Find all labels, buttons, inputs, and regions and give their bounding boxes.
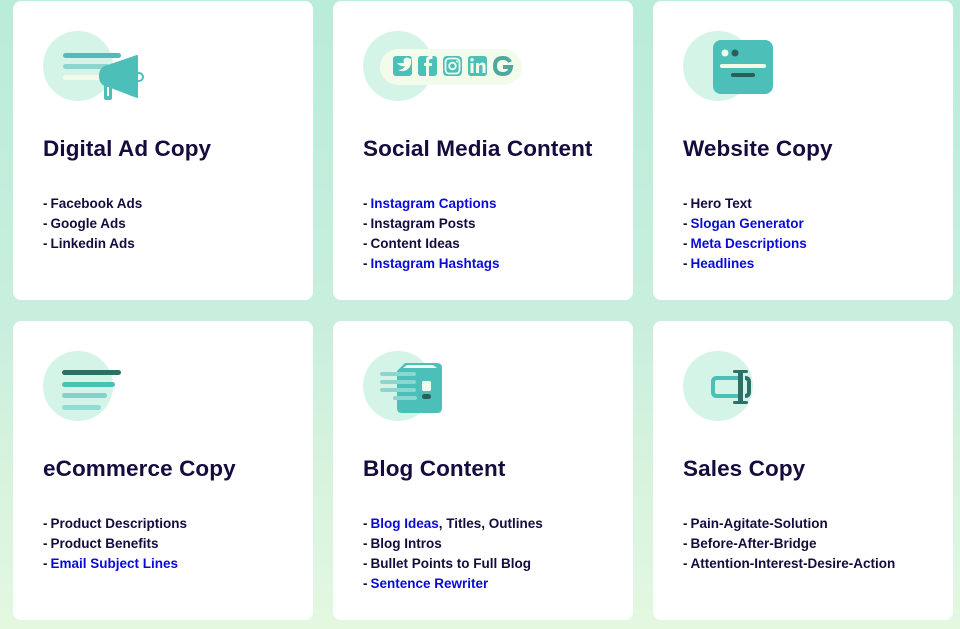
feature-text: Linkedin Ads bbox=[50, 236, 135, 251]
feature-link[interactable]: Instagram Hashtags bbox=[371, 256, 500, 271]
list-dash: - bbox=[43, 236, 48, 251]
list-item: - Product Descriptions bbox=[43, 514, 187, 534]
list-dash: - bbox=[683, 556, 688, 571]
linkedin-icon bbox=[468, 56, 487, 76]
social-media-icons bbox=[363, 31, 522, 103]
card-sales-copy: Sales Copy - Pain-Agitate-Solution - Before… bbox=[653, 321, 953, 620]
list-item: - Sentence Rewriter bbox=[363, 574, 543, 594]
megaphone-icon bbox=[43, 31, 193, 103]
feature-link[interactable]: Meta Descriptions bbox=[691, 236, 807, 251]
feature-text: Hero Text bbox=[690, 196, 752, 211]
list-dash: - bbox=[683, 516, 688, 531]
list-dash: - bbox=[363, 556, 368, 571]
feature-text: Google Ads bbox=[50, 216, 126, 231]
list-dash: - bbox=[363, 216, 368, 231]
list-item: - Facebook Ads bbox=[43, 194, 142, 214]
list-dash: - bbox=[683, 256, 688, 271]
feature-link[interactable]: Slogan Generator bbox=[691, 216, 804, 231]
feature-link[interactable]: Headlines bbox=[691, 256, 755, 271]
feature-link[interactable]: Sentence Rewriter bbox=[371, 576, 489, 591]
card-blog-content: Blog Content - Blog Ideas, Titles, Outlin… bbox=[333, 321, 633, 620]
list-dash: - bbox=[43, 196, 48, 211]
list-dash: - bbox=[683, 236, 688, 251]
twitter-icon bbox=[393, 56, 413, 76]
list-dash: - bbox=[363, 576, 368, 591]
blog-post-icon bbox=[363, 351, 513, 423]
list-item: - Email Subject Lines bbox=[43, 554, 187, 574]
list-dash: - bbox=[43, 536, 48, 551]
list-dash: - bbox=[683, 536, 688, 551]
list-dash: - bbox=[363, 196, 368, 211]
text-cursor-icon bbox=[683, 351, 833, 423]
list-item: - Blog Intros bbox=[363, 534, 543, 554]
feature-link[interactable]: Blog Ideas bbox=[371, 516, 439, 531]
list-item: - Pain-Agitate-Solution bbox=[683, 514, 895, 534]
feature-text: Before-After-Bridge bbox=[690, 536, 817, 551]
feature-text: Product Benefits bbox=[50, 536, 159, 551]
card-feature-list: - Facebook Ads - Google Ads - Linkedin Ads bbox=[43, 194, 142, 254]
list-dash: - bbox=[43, 556, 48, 571]
card-title: Sales Copy bbox=[683, 456, 806, 481]
list-dash: - bbox=[363, 516, 368, 531]
card-website-copy: Website Copy - Hero Text - Slogan Generator… bbox=[653, 1, 953, 300]
list-item: - Blog Ideas, Titles, Outlines bbox=[363, 514, 543, 534]
list-dash: - bbox=[363, 536, 368, 551]
facebook-icon bbox=[418, 56, 437, 76]
card-feature-list: - Hero Text - Slogan Generator - Meta Descrip… bbox=[683, 194, 807, 274]
card-feature-list: - Product Descriptions - Product Benefits - E… bbox=[43, 514, 187, 574]
feature-link[interactable]: Email Subject Lines bbox=[51, 556, 179, 571]
list-item: - Google Ads bbox=[43, 214, 142, 234]
feature-text: Facebook Ads bbox=[50, 196, 143, 211]
list-dash: - bbox=[43, 216, 48, 231]
card-title: Digital Ad Copy bbox=[43, 136, 212, 161]
card-title: Social Media Content bbox=[363, 136, 593, 161]
feature-link[interactable]: Instagram Captions bbox=[371, 196, 497, 211]
list-dash: - bbox=[363, 256, 368, 271]
list-item: - Headlines bbox=[683, 254, 807, 274]
list-item: - Instagram Posts bbox=[363, 214, 500, 234]
feature-text: Instagram Posts bbox=[370, 216, 476, 231]
card-social-media-content: Social Media Content - Instagram Captions… bbox=[333, 1, 633, 300]
feature-text: Blog Intros bbox=[370, 536, 442, 551]
feature-text: , Titles, Outlines bbox=[438, 516, 543, 531]
feature-text: Product Descriptions bbox=[50, 516, 188, 531]
list-dash: - bbox=[683, 196, 688, 211]
list-item: - Product Benefits bbox=[43, 534, 187, 554]
card-ecommerce-copy: eCommerce Copy - Product Descriptions - Pro… bbox=[13, 321, 313, 620]
feature-text: Content Ideas bbox=[370, 236, 460, 251]
list-dash: - bbox=[683, 216, 688, 231]
instagram-icon bbox=[443, 56, 462, 76]
list-item: - Hero Text bbox=[683, 194, 807, 214]
list-item: - Content Ideas bbox=[363, 234, 500, 254]
feature-text: Attention-Interest-Desire-Action bbox=[690, 556, 896, 571]
card-digital-ad-copy: Digital Ad Copy - Facebook Ads - Google Ads… bbox=[13, 1, 313, 300]
list-item: - Attention-Interest-Desire-Action bbox=[683, 554, 895, 574]
card-title: Blog Content bbox=[363, 456, 506, 481]
card-feature-list: - Pain-Agitate-Solution - Before-After-Brid… bbox=[683, 514, 895, 574]
card-feature-list: - Blog Ideas, Titles, Outlines - Blog Intro… bbox=[363, 514, 543, 594]
list-item: - Instagram Captions bbox=[363, 194, 500, 214]
feature-text: Pain-Agitate-Solution bbox=[690, 516, 828, 531]
list-item: - Linkedin Ads bbox=[43, 234, 142, 254]
card-title: Website Copy bbox=[683, 136, 833, 161]
list-item: - Bullet Points to Full Blog bbox=[363, 554, 543, 574]
feature-text: Bullet Points to Full Blog bbox=[370, 556, 531, 571]
list-item: - Before-After-Bridge bbox=[683, 534, 895, 554]
list-item: - Slogan Generator bbox=[683, 214, 807, 234]
list-item: - Instagram Hashtags bbox=[363, 254, 500, 274]
card-title: eCommerce Copy bbox=[43, 456, 236, 481]
card-feature-list: - Instagram Captions - Instagram Posts - Cont… bbox=[363, 194, 500, 274]
webpage-icon bbox=[683, 31, 833, 103]
text-lines-icon bbox=[43, 351, 193, 423]
list-dash: - bbox=[43, 516, 48, 531]
list-item: - Meta Descriptions bbox=[683, 234, 807, 254]
list-dash: - bbox=[363, 236, 368, 251]
